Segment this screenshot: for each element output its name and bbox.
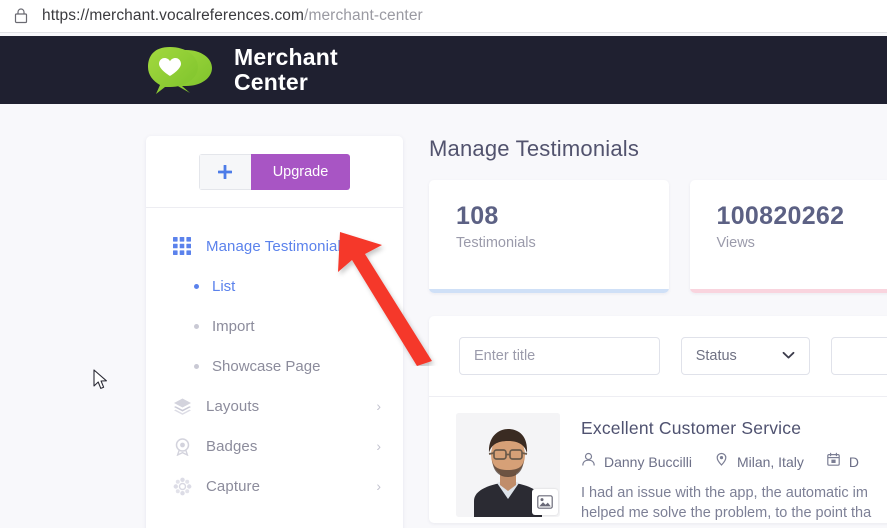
- stat-value: 108: [456, 202, 499, 230]
- main-content: Manage Testimonials 108 Testimonials 100…: [429, 136, 887, 523]
- app-header: Merchant Center: [0, 36, 887, 104]
- url-domain: https://merchant.vocalreferences.com: [42, 7, 305, 24]
- bullet-dot-icon: [194, 283, 199, 289]
- stat-label: Views: [716, 235, 755, 251]
- sidebar-subitem-label: Showcase Page: [212, 357, 321, 375]
- plus-icon: [216, 163, 234, 181]
- sidebar-nav: Manage Testimonials List Import Showcase…: [146, 208, 403, 528]
- avatar: [456, 413, 560, 517]
- location-name: Milan, Italy: [736, 454, 804, 470]
- page-title: Manage Testimonials: [429, 136, 640, 161]
- chevron-down-icon: [782, 349, 795, 363]
- testimonial-row: Excellent Customer Service Danny Buccill…: [429, 397, 887, 523]
- stat-label: Testimonials: [456, 235, 536, 251]
- date-value: D: [848, 454, 859, 470]
- sidebar-subitem-label: List: [212, 277, 236, 295]
- sidebar-subitem-label: Import: [212, 317, 255, 335]
- status-select-label: Status: [695, 348, 737, 364]
- stat-card-testimonials: 108 Testimonials: [429, 180, 669, 293]
- sidebar-item-layouts[interactable]: Layouts ›: [146, 386, 403, 426]
- testimonial-title: Excellent Customer Service: [581, 418, 802, 438]
- filter-row: Enter title Status: [429, 316, 887, 397]
- testimonial-text-line-2: helped me solve the problem, to the poin…: [581, 505, 872, 521]
- mouse-pointer-icon: [93, 369, 109, 391]
- brand-title: Merchant Center: [234, 45, 338, 95]
- sidebar-item-label: Manage Testimonials: [206, 237, 349, 255]
- testimonial-body: Excellent Customer Service Danny Buccill…: [560, 413, 887, 523]
- status-select[interactable]: Status: [680, 337, 810, 375]
- browser-url-bar[interactable]: https://merchant.vocalreferences.com/mer…: [0, 0, 887, 33]
- author-name: Danny Buccilli: [604, 454, 692, 470]
- chevron-right-icon: ›: [376, 478, 381, 494]
- search-title-input[interactable]: Enter title: [459, 337, 660, 375]
- testimonial-text-line-1: I had an issue with the app, the automat…: [581, 485, 868, 501]
- location-pin-icon: [714, 452, 729, 472]
- stat-value: 100820262: [716, 202, 845, 230]
- capture-icon: [172, 476, 192, 496]
- sidebar-subitem-list[interactable]: List: [146, 266, 403, 306]
- chevron-right-icon: ›: [376, 438, 381, 454]
- brand-line-1: Merchant: [234, 44, 338, 70]
- user-icon: [581, 452, 596, 472]
- speech-bubble-heart-logo-icon[interactable]: [146, 45, 218, 95]
- sidebar-item-manage-testimonials[interactable]: Manage Testimonials: [146, 226, 403, 266]
- page-canvas: Merchant Center Upgrade Manage Testimoni…: [0, 33, 887, 528]
- testimonial-author: Danny Buccilli: [581, 452, 692, 472]
- sidebar-item-capture[interactable]: Capture ›: [146, 466, 403, 506]
- brand-line-2: Center: [234, 69, 309, 95]
- testimonials-panel: Enter title Status Excellent Customer Se…: [429, 316, 887, 523]
- extra-filter-field[interactable]: [830, 337, 887, 375]
- upgrade-button-group: Upgrade: [198, 153, 351, 190]
- url-path: /merchant-center: [304, 7, 423, 24]
- add-button[interactable]: [198, 153, 251, 190]
- badge-ribbon-icon: [172, 436, 192, 456]
- sidebar-item-label: Capture: [206, 477, 261, 495]
- chevron-right-icon: ›: [376, 398, 381, 414]
- lock-icon: [14, 8, 28, 24]
- upgrade-row: Upgrade: [146, 136, 403, 208]
- upgrade-button[interactable]: Upgrade: [250, 153, 351, 190]
- stats-row: 108 Testimonials 100820262 Views: [429, 180, 887, 293]
- image-icon[interactable]: [532, 489, 558, 515]
- sidebar: Upgrade Manage Testimonials List Import …: [146, 136, 403, 528]
- testimonial-meta: Danny Buccilli Milan, Italy D: [581, 452, 887, 472]
- sidebar-item-label: Badges: [206, 437, 258, 455]
- stat-card-views: 100820262 Views: [689, 180, 887, 293]
- sidebar-subitem-import[interactable]: Import: [146, 306, 403, 346]
- bullet-dot-icon: [194, 323, 199, 329]
- bullet-dot-icon: [194, 363, 199, 369]
- sidebar-item-badges[interactable]: Badges ›: [146, 426, 403, 466]
- sidebar-item-label: Layouts: [206, 397, 260, 415]
- layers-icon: [172, 396, 192, 416]
- grid-icon: [172, 236, 192, 256]
- sidebar-subitem-showcase-page[interactable]: Showcase Page: [146, 346, 403, 386]
- testimonial-date: D: [826, 452, 859, 472]
- testimonial-location: Milan, Italy: [714, 452, 804, 472]
- calendar-icon: [826, 452, 841, 472]
